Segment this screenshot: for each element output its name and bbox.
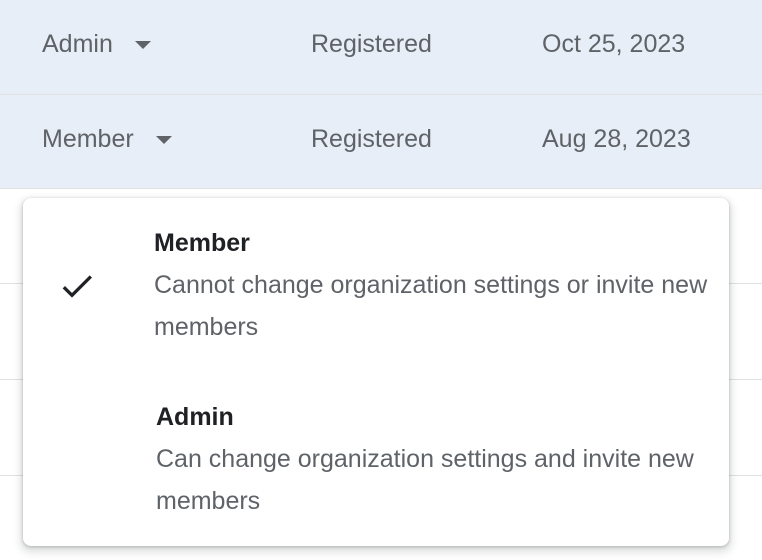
- role-menu: Member Cannot change organization settin…: [23, 198, 729, 546]
- status-text: Registered: [311, 125, 432, 153]
- option-description: Can change organization settings and inv…: [156, 445, 694, 515]
- role-dropdown[interactable]: Member: [42, 124, 172, 154]
- arrow-drop-down-icon: [134, 41, 151, 49]
- option-title: Admin: [156, 403, 234, 431]
- option-description: Cannot change organization settings or i…: [154, 271, 708, 341]
- status-text: Registered: [311, 30, 432, 58]
- role-label: Admin: [42, 30, 113, 58]
- date-text: Oct 25, 2023: [542, 30, 686, 58]
- date-text: Aug 28, 2023: [542, 125, 691, 153]
- role-option-admin[interactable]: Admin Can change organization settings a…: [23, 372, 729, 546]
- table-row[interactable]: Member Registered Aug 28, 2023: [0, 95, 762, 189]
- role-label: Member: [42, 125, 134, 153]
- check-icon: [62, 275, 92, 298]
- role-dropdown[interactable]: Admin: [42, 29, 151, 59]
- table-row[interactable]: Admin Registered Oct 25, 2023: [0, 0, 762, 95]
- arrow-drop-down-icon: [155, 136, 172, 144]
- option-title: Member: [154, 229, 250, 257]
- role-option-member[interactable]: Member Cannot change organization settin…: [23, 198, 729, 366]
